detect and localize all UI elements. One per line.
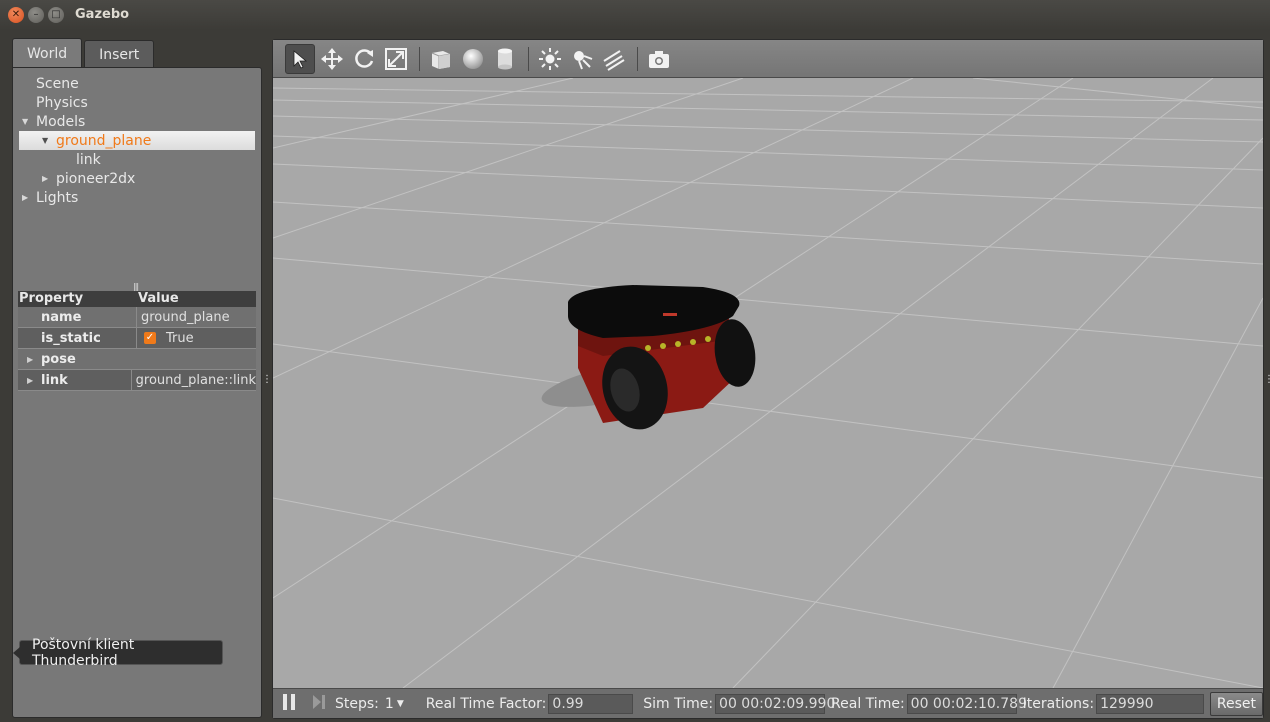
- steps-value[interactable]: 1: [385, 696, 394, 712]
- right-splitter-handle-icon[interactable]: ⋮: [1264, 374, 1270, 385]
- select-icon[interactable]: [285, 43, 315, 74]
- sim-time-value: 00 00:02:09.990: [715, 693, 835, 714]
- toolbar-separator: [637, 46, 638, 71]
- window-minimize-button[interactable]: –: [28, 7, 44, 23]
- header-value: Value: [138, 291, 179, 306]
- window-maximize-button[interactable]: □: [48, 7, 64, 23]
- directional-light-icon[interactable]: [599, 44, 629, 74]
- property-table-header: Property Value: [18, 291, 256, 307]
- rtf-value: 0.99: [548, 693, 634, 714]
- left-panel: World Insert Scene Physics ▼ Models ▼ grou…: [12, 38, 262, 718]
- tree-item-scene[interactable]: Scene: [19, 74, 255, 93]
- left-splitter-handle-icon[interactable]: ⋮: [262, 374, 272, 385]
- left-tabs: World Insert: [12, 38, 155, 68]
- tab-world[interactable]: World: [12, 38, 83, 68]
- pause-icon[interactable]: [281, 693, 297, 715]
- property-table: Property Value name ground_plane is_stat…: [18, 291, 256, 391]
- tree-item-models[interactable]: ▼ Models: [19, 112, 255, 131]
- bottom-bar: Steps: 1 ▼ Real Time Factor: 0.99 Sim Ti…: [273, 688, 1263, 718]
- toolbar: [273, 40, 1263, 78]
- tooltip-thunderbird: Poštovní klient Thunderbird: [13, 637, 223, 669]
- expand-right-icon[interactable]: ▶: [22, 193, 28, 202]
- expand-down-icon[interactable]: ▼: [22, 117, 28, 126]
- tree-item-link[interactable]: link: [19, 150, 255, 169]
- tree-item-physics[interactable]: Physics: [19, 93, 255, 112]
- toolbar-separator: [419, 46, 420, 71]
- world-panel: Scene Physics ▼ Models ▼ ground_plane link…: [12, 67, 262, 718]
- property-row-link[interactable]: ▶ link ground_plane::link: [18, 370, 256, 391]
- window-close-button[interactable]: ✕: [8, 7, 24, 23]
- screenshot-icon[interactable]: [644, 44, 674, 74]
- property-row-pose[interactable]: ▶ pose: [18, 349, 256, 370]
- 3d-viewport[interactable]: [273, 78, 1263, 688]
- world-tree: Scene Physics ▼ Models ▼ ground_plane link…: [19, 74, 255, 207]
- spot-light-icon[interactable]: [567, 44, 597, 74]
- expand-right-icon[interactable]: ▶: [27, 376, 33, 385]
- title-bar: ✕ – □ Gazebo: [0, 0, 1270, 30]
- property-row-is-static[interactable]: is_static ✓ True: [18, 328, 256, 349]
- box-icon[interactable]: [426, 44, 456, 74]
- rotate-icon[interactable]: [349, 44, 379, 74]
- step-icon[interactable]: [311, 693, 327, 715]
- tab-insert[interactable]: Insert: [84, 40, 155, 68]
- header-property: Property: [19, 291, 84, 306]
- expand-down-icon[interactable]: ▼: [42, 136, 48, 145]
- steps-label: Steps:: [335, 695, 379, 712]
- reset-button[interactable]: Reset: [1209, 691, 1263, 716]
- tree-item-pioneer2dx[interactable]: ▶ pioneer2dx: [19, 169, 255, 188]
- rtf-label: Real Time Factor:: [425, 695, 547, 712]
- real-time-label: Real Time:: [831, 695, 905, 712]
- chevron-down-icon[interactable]: ▼: [397, 699, 404, 709]
- expand-right-icon[interactable]: ▶: [42, 174, 48, 183]
- point-light-icon[interactable]: [535, 44, 565, 74]
- splitter-handle-icon[interactable]: |||: [133, 282, 139, 291]
- render-panel: Steps: 1 ▼ Real Time Factor: 0.99 Sim Ti…: [272, 39, 1264, 719]
- scale-icon[interactable]: [381, 44, 411, 74]
- iterations-value: 129990: [1096, 693, 1204, 714]
- toolbar-separator: [528, 46, 529, 71]
- expand-right-icon[interactable]: ▶: [27, 355, 33, 364]
- checkbox-checked-icon[interactable]: ✓: [144, 332, 156, 344]
- iterations-label: Iterations:: [1022, 695, 1095, 712]
- window-title: Gazebo: [75, 7, 130, 22]
- sphere-icon[interactable]: [458, 44, 488, 74]
- tree-item-lights[interactable]: ▶ Lights: [19, 188, 255, 207]
- translate-icon[interactable]: [317, 44, 347, 74]
- real-time-value: 00 00:02:10.789: [906, 693, 1027, 714]
- sim-time-label: Sim Time:: [643, 695, 714, 712]
- cylinder-icon[interactable]: [490, 44, 520, 74]
- ground-grid: [273, 78, 1263, 688]
- tree-item-ground-plane[interactable]: ▼ ground_plane: [19, 131, 255, 150]
- property-row-name[interactable]: name ground_plane: [18, 307, 256, 328]
